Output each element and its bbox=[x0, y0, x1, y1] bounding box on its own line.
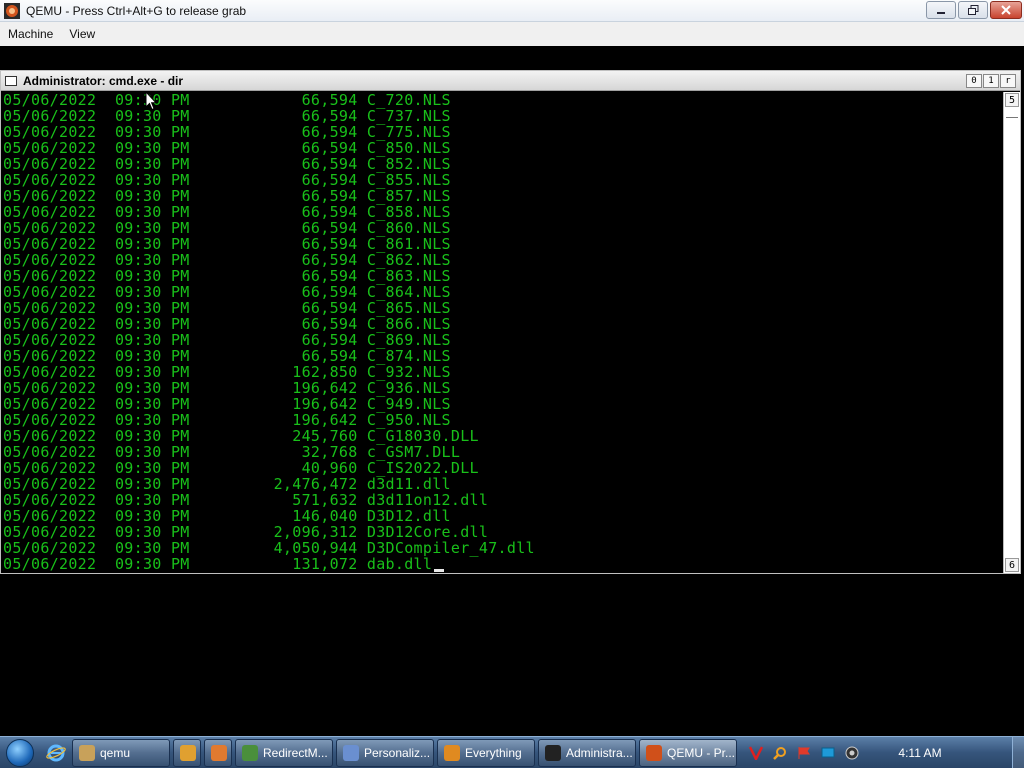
magnifier-icon bbox=[444, 744, 460, 761]
scroll-down-button[interactable]: 6 bbox=[1005, 558, 1019, 572]
taskbar: qemu RedirectM... Personaliz... Everything A… bbox=[0, 736, 1024, 768]
console-line: 05/06/2022 09:30 PM 131,072 dab.dll bbox=[1, 556, 1004, 572]
console-line: 05/06/2022 09:30 PM 2,476,472 d3d11.dll bbox=[3, 475, 451, 493]
console-line: 05/06/2022 09:30 PM 66,594 C_861.NLS bbox=[3, 235, 451, 253]
system-clock[interactable]: 4:11 AM bbox=[890, 746, 950, 760]
console-line: 05/06/2022 09:30 PM 66,594 C_864.NLS bbox=[3, 283, 451, 301]
console-title-bar[interactable]: Administrator: cmd.exe - dir 0 1 r bbox=[1, 71, 1020, 91]
internet-explorer-icon[interactable] bbox=[45, 742, 67, 764]
taskbar-button-label: qemu bbox=[100, 745, 131, 760]
qemu-title-bar[interactable]: QEMU - Press Ctrl+Alt+G to release grab bbox=[0, 0, 1024, 22]
volume-icon[interactable] bbox=[843, 744, 861, 762]
taskbar-button-personaliz[interactable]: Personaliz... bbox=[336, 738, 434, 767]
taskbar-button-label: Personaliz... bbox=[364, 745, 431, 760]
console-line: 05/06/2022 09:30 PM 66,594 C_869.NLS bbox=[3, 331, 451, 349]
taskbar-button-media-player[interactable] bbox=[173, 738, 201, 767]
mouse-pointer-icon bbox=[145, 91, 157, 111]
minimize-button[interactable] bbox=[926, 1, 956, 19]
console-output[interactable]: 05/06/2022 09:30 PM 66,594 C_720.NLS 05/0… bbox=[1, 92, 1004, 573]
taskbar-button-label: Everything bbox=[465, 745, 522, 760]
console-line: 05/06/2022 09:30 PM 66,594 C_858.NLS bbox=[3, 203, 451, 221]
search-tray-icon[interactable] bbox=[771, 744, 789, 762]
menu-machine[interactable]: Machine bbox=[0, 22, 61, 46]
console-minimize-button[interactable]: 0 bbox=[966, 74, 982, 88]
console-line: 05/06/2022 09:30 PM 66,594 C_862.NLS bbox=[3, 251, 451, 269]
qemu-menu-bar: Machine View bbox=[0, 22, 1024, 46]
console-close-button[interactable]: r bbox=[1000, 74, 1016, 88]
taskbar-button-puzzle[interactable] bbox=[204, 738, 232, 767]
action-center-flag-icon[interactable] bbox=[795, 744, 813, 762]
taskbar-button-label: Administra... bbox=[566, 745, 633, 760]
taskbar-button-redirectm[interactable]: RedirectM... bbox=[235, 738, 333, 767]
console-line: 05/06/2022 09:30 PM 571,632 d3d11on12.dl… bbox=[3, 491, 489, 509]
close-icon bbox=[1001, 5, 1011, 15]
cmd-icon bbox=[545, 744, 561, 761]
windows-logo-icon bbox=[6, 738, 34, 767]
console-line: 05/06/2022 09:30 PM 245,760 C_G18030.DLL bbox=[3, 427, 479, 445]
console-scrollbar[interactable]: 5 6 bbox=[1003, 92, 1020, 573]
network-icon[interactable] bbox=[819, 744, 837, 762]
folder-icon bbox=[79, 744, 95, 761]
media-player-icon bbox=[180, 744, 196, 761]
console-window[interactable]: Administrator: cmd.exe - dir 0 1 r 05/06… bbox=[0, 70, 1021, 574]
console-line: 05/06/2022 09:30 PM 66,594 C_850.NLS bbox=[3, 139, 451, 157]
taskbar-button-qemu-pr[interactable]: QEMU - Pr... bbox=[639, 738, 737, 767]
show-desktop-button[interactable] bbox=[1012, 737, 1024, 768]
v-app-icon[interactable] bbox=[747, 744, 765, 762]
system-tray bbox=[744, 744, 864, 762]
console-line: 05/06/2022 09:30 PM 4,050,944 D3DCompile… bbox=[3, 539, 535, 557]
console-line: 05/06/2022 09:30 PM 66,594 C_860.NLS bbox=[3, 219, 451, 237]
console-line: 05/06/2022 09:30 PM 40,960 C_IS2022.DLL bbox=[3, 459, 479, 477]
console-line: 05/06/2022 09:30 PM 66,594 C_855.NLS bbox=[3, 171, 451, 189]
chrome-icon bbox=[242, 744, 258, 761]
minimize-icon bbox=[937, 12, 945, 14]
text-cursor bbox=[434, 569, 445, 572]
console-line: 05/06/2022 09:30 PM 196,642 C_936.NLS bbox=[3, 379, 451, 397]
console-line: 05/06/2022 09:30 PM 2,096,312 D3D12Core.… bbox=[3, 523, 489, 541]
scroll-thumb[interactable] bbox=[1006, 112, 1018, 118]
console-window-title: Administrator: cmd.exe - dir bbox=[23, 73, 184, 88]
menu-view[interactable]: View bbox=[61, 22, 103, 46]
restore-button[interactable] bbox=[958, 1, 988, 19]
console-line: 05/06/2022 09:30 PM 66,594 C_775.NLS bbox=[3, 123, 451, 141]
taskbar-button-everything[interactable]: Everything bbox=[437, 738, 535, 767]
close-button[interactable] bbox=[990, 1, 1022, 19]
taskbar-button-label: QEMU - Pr... bbox=[667, 745, 736, 760]
taskbar-button-administra[interactable]: Administra... bbox=[538, 738, 636, 767]
console-line: 05/06/2022 09:30 PM 32,768 c_GSM7.DLL bbox=[3, 443, 461, 461]
console-line: 05/06/2022 09:30 PM 196,642 C_949.NLS bbox=[3, 395, 451, 413]
start-button[interactable] bbox=[0, 737, 40, 768]
taskbar-button-qemu[interactable]: qemu bbox=[72, 738, 170, 767]
qemu-app-icon bbox=[4, 2, 20, 19]
console-line: 05/06/2022 09:30 PM 66,594 C_857.NLS bbox=[3, 187, 451, 205]
console-window-icon bbox=[5, 75, 17, 86]
notepad-icon bbox=[343, 744, 359, 761]
console-line: 05/06/2022 09:30 PM 146,040 D3D12.dll bbox=[3, 507, 451, 525]
qemu-window-title: QEMU - Press Ctrl+Alt+G to release grab bbox=[26, 3, 247, 18]
console-line: 05/06/2022 09:30 PM 196,642 C_950.NLS bbox=[3, 411, 451, 429]
console-maximize-button[interactable]: 1 bbox=[983, 74, 999, 88]
puzzle-icon bbox=[211, 744, 227, 761]
console-line: 05/06/2022 09:30 PM 66,594 C_866.NLS bbox=[3, 315, 451, 333]
guest-display[interactable]: Administrator: cmd.exe - dir 0 1 r 05/06… bbox=[0, 46, 1024, 736]
console-line: 05/06/2022 09:30 PM 162,850 C_932.NLS bbox=[3, 363, 451, 381]
console-line: 05/06/2022 09:30 PM 66,594 C_863.NLS bbox=[3, 267, 451, 285]
console-line: 05/06/2022 09:30 PM 66,594 C_865.NLS bbox=[3, 299, 451, 317]
console-line: 05/06/2022 09:30 PM 66,594 C_852.NLS bbox=[3, 155, 451, 173]
qemu-icon bbox=[646, 744, 662, 761]
console-line: 05/06/2022 09:30 PM 66,594 C_874.NLS bbox=[3, 347, 451, 365]
scroll-up-button[interactable]: 5 bbox=[1005, 93, 1019, 107]
taskbar-button-label: RedirectM... bbox=[263, 745, 328, 760]
restore-icon bbox=[967, 5, 978, 15]
